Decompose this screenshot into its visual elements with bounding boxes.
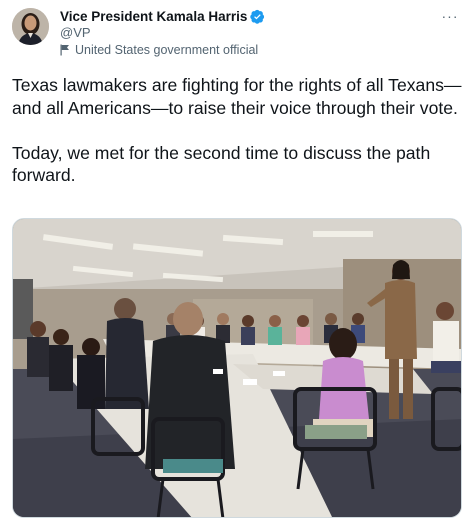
more-horizontal-icon: ··· bbox=[441, 8, 459, 24]
government-label[interactable]: United States government official bbox=[60, 43, 258, 57]
tweet-text: Texas lawmakers are fighting for the rig… bbox=[12, 75, 462, 185]
more-options-button[interactable]: ··· bbox=[439, 8, 461, 24]
handle[interactable]: @VP bbox=[60, 25, 91, 40]
avatar[interactable] bbox=[12, 8, 49, 45]
tweet[interactable]: Vice President Kamala Harris @VP United … bbox=[0, 0, 475, 525]
verified-badge-icon bbox=[250, 9, 265, 24]
government-label-text: United States government official bbox=[75, 43, 259, 57]
flag-icon bbox=[60, 44, 70, 56]
tweet-photo[interactable] bbox=[12, 218, 462, 518]
display-name[interactable]: Vice President Kamala Harris bbox=[60, 9, 247, 24]
name-row: Vice President Kamala Harris bbox=[60, 8, 265, 25]
meeting-photo-illustration bbox=[13, 219, 461, 517]
